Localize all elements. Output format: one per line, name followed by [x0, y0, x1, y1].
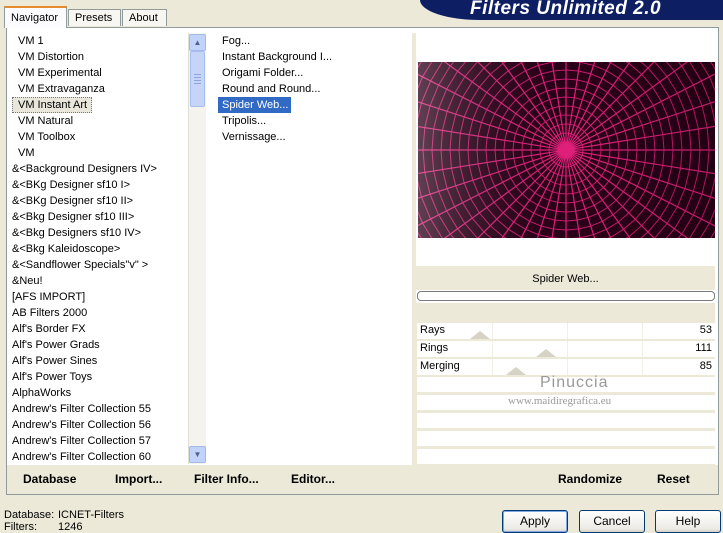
category-item[interactable]: VM 1 — [8, 33, 186, 49]
reset-button[interactable]: Reset — [657, 472, 690, 486]
category-item[interactable]: Alf's Power Grads — [8, 337, 186, 353]
spider-web-preview — [418, 62, 715, 238]
slider-tick — [567, 341, 568, 357]
category-item[interactable]: &Neu! — [8, 273, 186, 289]
preview-filter-name: Spider Web... — [416, 266, 715, 290]
category-list[interactable]: VM 1 VM Distortion VM Experimental VM Extra… — [8, 33, 186, 463]
category-item[interactable]: [AFS IMPORT] — [8, 289, 186, 305]
filters-count: 1246 — [58, 521, 83, 533]
status-info: Database: ICNET-Filters Filters: 1246 — [4, 509, 124, 533]
apply-button[interactable]: Apply — [502, 510, 568, 533]
slider-merging[interactable]: Merging 85 — [417, 359, 715, 375]
slider-rings-thumb[interactable] — [536, 349, 556, 357]
empty-slider-row — [417, 413, 715, 428]
filter-info-button[interactable]: Filter Info... — [194, 472, 259, 486]
category-item[interactable]: Alf's Power Toys — [8, 369, 186, 385]
category-item[interactable]: Andrew's Filter Collection 56 — [8, 417, 186, 433]
slider-tick — [492, 359, 493, 375]
database-button[interactable]: Database — [23, 472, 76, 486]
watermark-name: Pinuccia — [540, 374, 609, 391]
category-item[interactable]: AlphaWorks — [8, 385, 186, 401]
category-item[interactable]: VM Distortion — [8, 49, 186, 65]
category-item[interactable]: &<BKg Designer sf10 II> — [8, 193, 186, 209]
category-scrollbar[interactable]: ▲ ▼ — [188, 33, 206, 464]
category-item[interactable]: AB Filters 2000 — [8, 305, 186, 321]
cancel-button[interactable]: Cancel — [579, 510, 645, 533]
database-label: Database: — [4, 509, 55, 521]
category-item[interactable]: VM Experimental — [8, 65, 186, 81]
category-item[interactable]: &<Background Designers IV> — [8, 161, 186, 177]
slider-label: Rays — [420, 324, 446, 336]
database-value: ICNET-Filters — [58, 509, 124, 521]
slider-rings[interactable]: Rings 111 — [417, 341, 715, 357]
filter-item[interactable]: Instant Background I... — [218, 49, 408, 65]
category-item[interactable]: VM Natural — [8, 113, 186, 129]
slider-tick — [642, 359, 643, 375]
watermark-url: www.maidiregrafica.eu — [508, 395, 612, 407]
category-item[interactable]: Andrew's Filter Collection 60 — [8, 449, 186, 463]
tab-presets[interactable]: Presets — [68, 9, 121, 26]
category-item[interactable]: VM Instant Art — [12, 97, 92, 113]
scroll-up-button[interactable]: ▲ — [189, 34, 206, 51]
category-item[interactable]: Alf's Border FX — [8, 321, 186, 337]
filter-item[interactable]: Origami Folder... — [218, 65, 408, 81]
category-item[interactable]: &<Bkg Designers sf10 IV> — [8, 225, 186, 241]
slider-rays-thumb[interactable] — [470, 331, 490, 339]
category-item[interactable]: VM Toolbox — [8, 129, 186, 145]
category-item[interactable]: &<Bkg Designer sf10 III> — [8, 209, 186, 225]
app-title: Filters Unlimited 2.0 — [470, 0, 662, 19]
category-item[interactable]: VM — [8, 145, 186, 161]
slider-tick — [642, 323, 643, 339]
help-button[interactable]: Help — [655, 510, 721, 533]
category-item[interactable]: &<BKg Designer sf10 I> — [8, 177, 186, 193]
filter-item[interactable]: Round and Round... — [218, 81, 408, 97]
category-item[interactable]: &<Sandflower Specials"v" > — [8, 257, 186, 273]
slider-value: 53 — [699, 324, 712, 336]
slider-tick — [567, 323, 568, 339]
tab-about[interactable]: About — [122, 9, 167, 26]
filter-item[interactable]: Spider Web... — [218, 97, 292, 113]
slider-value: 111 — [695, 342, 712, 354]
category-item[interactable]: Alf's Power Sines — [8, 353, 186, 369]
slider-tick — [642, 341, 643, 357]
slider-label: Merging — [420, 360, 460, 372]
category-item[interactable]: Andrew's Filter Collection 55 — [8, 401, 186, 417]
filter-item[interactable]: Fog... — [218, 33, 408, 49]
bottom-toolbar: Database Import... Filter Info... Editor… — [7, 465, 718, 494]
slider-value: 85 — [699, 360, 712, 372]
filter-list[interactable]: Fog... Instant Background I... Origami Fol… — [218, 33, 408, 463]
empty-slider-row — [417, 449, 715, 464]
filters-label: Filters: — [4, 521, 37, 533]
empty-slider-row — [417, 431, 715, 446]
filter-item[interactable]: Tripolis... — [218, 113, 408, 129]
category-item[interactable]: Andrew's Filter Collection 57 — [8, 433, 186, 449]
editor-button[interactable]: Editor... — [291, 472, 335, 486]
slider-tick — [492, 341, 493, 357]
slider-label: Rings — [420, 342, 449, 354]
import-button[interactable]: Import... — [115, 472, 162, 486]
scroll-thumb[interactable] — [190, 51, 205, 107]
slider-tick — [567, 359, 568, 375]
scroll-down-button[interactable]: ▼ — [189, 446, 206, 463]
app-title-banner: Filters Unlimited 2.0 — [420, 0, 723, 20]
slider-rays[interactable]: Rays 53 — [417, 323, 715, 339]
filter-item[interactable]: Vernissage... — [218, 129, 408, 145]
slider-merging-thumb[interactable] — [506, 367, 526, 375]
preview-image — [418, 62, 715, 238]
category-item[interactable]: &<Bkg Kaleidoscope> — [8, 241, 186, 257]
tab-navigator[interactable]: Navigator — [4, 6, 67, 28]
progress-bar — [417, 291, 715, 301]
category-item[interactable]: VM Extravaganza — [8, 81, 186, 97]
slider-tick — [492, 323, 493, 339]
randomize-button[interactable]: Randomize — [558, 472, 622, 486]
